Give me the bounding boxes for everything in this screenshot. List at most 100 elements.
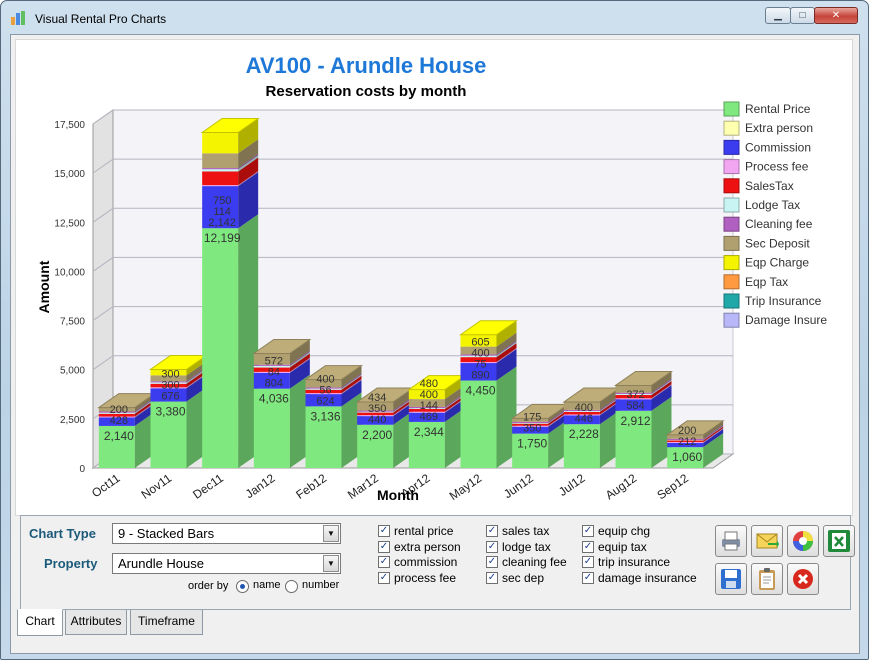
data-label: 2,912 — [620, 414, 650, 428]
close-chart-button[interactable] — [787, 563, 819, 595]
legend-swatch — [723, 120, 740, 136]
data-label: 350 — [523, 423, 541, 435]
checkbox-label: extra person — [394, 539, 461, 554]
excel-icon — [828, 530, 850, 552]
x-axis-label: Month — [377, 487, 419, 503]
legend-swatch — [723, 293, 740, 309]
tab-chart[interactable]: Chart — [17, 609, 63, 636]
data-label: 2,200 — [362, 428, 392, 442]
order-name-radio[interactable] — [236, 580, 249, 593]
maximize-button[interactable]: □ — [790, 7, 815, 24]
legend-label: Eqp Charge — [745, 256, 809, 270]
checkbox-icon[interactable]: ✓ — [378, 571, 390, 584]
tab-attributes[interactable]: Attributes — [65, 610, 127, 635]
data-label: 12,199 — [204, 231, 241, 245]
order-number-label: number — [302, 579, 340, 591]
data-label: 2,140 — [104, 429, 134, 443]
copy-button[interactable] — [751, 563, 783, 595]
legend-swatch — [723, 255, 740, 271]
checkbox-label: trip insurance — [598, 555, 671, 570]
data-label: 200 — [110, 404, 128, 416]
legend-label: Extra person — [745, 121, 813, 135]
clipboard-icon — [759, 568, 775, 590]
y-tick-label: 5,000 — [60, 366, 85, 377]
data-label: 572 — [265, 356, 283, 368]
property-select[interactable]: Arundle House ▼ — [112, 553, 341, 574]
checkbox-icon[interactable]: ✓ — [582, 571, 594, 584]
data-label: 114 — [213, 206, 231, 218]
save-button[interactable] — [715, 563, 747, 595]
checkbox-icon[interactable]: ✓ — [486, 556, 498, 569]
x-tick-label: Aug12 — [603, 471, 640, 503]
legend-swatch — [723, 312, 740, 328]
data-label: 400 — [471, 348, 489, 360]
data-label: 350 — [368, 403, 386, 415]
legend-swatch — [723, 197, 740, 213]
bar-segment-eqp-charge — [202, 132, 239, 154]
order-number-radio[interactable] — [285, 580, 298, 593]
legend-swatch — [723, 159, 740, 175]
checkbox-icon[interactable]: ✓ — [582, 556, 594, 569]
data-label: 4,036 — [259, 392, 289, 406]
legend-swatch — [723, 178, 740, 194]
y-tick-label: 0 — [79, 464, 85, 475]
minimize-button[interactable]: ▁ — [765, 7, 791, 24]
legend-swatch — [723, 101, 740, 117]
data-label: 372 — [626, 389, 644, 401]
order-name-label: name — [253, 579, 281, 591]
legend-label: Cleaning fee — [745, 217, 813, 231]
data-label: 56 — [319, 384, 331, 396]
checkbox-icon[interactable]: ✓ — [486, 540, 498, 553]
data-label: 84 — [268, 367, 280, 379]
order-by-label: order by — [188, 580, 229, 592]
data-label: 2,228 — [569, 427, 599, 441]
checkbox-icon[interactable]: ✓ — [378, 525, 390, 537]
title-bar[interactable]: Visual Rental Pro Charts ▁ □ ✕ — [1, 1, 868, 35]
print-icon — [722, 531, 740, 551]
chevron-down-icon[interactable]: ▼ — [323, 555, 339, 572]
legend-label: Damage Insure — [745, 313, 827, 327]
checkbox-icon[interactable]: ✓ — [582, 540, 594, 553]
x-tick-label: May12 — [447, 471, 485, 503]
legend-label: Sec Deposit — [745, 236, 810, 250]
tab-timeframe[interactable]: Timeframe — [130, 610, 203, 635]
checkbox-icon[interactable]: ✓ — [486, 525, 498, 537]
chart-subtitle: Reservation costs by month — [266, 83, 467, 100]
data-label: 584 — [626, 400, 644, 412]
data-label: 446 — [575, 413, 593, 425]
data-label: 2,142 — [208, 217, 236, 229]
close-window-button[interactable]: ✕ — [814, 7, 858, 24]
chart-type-select[interactable]: 9 - Stacked Bars ▼ — [112, 523, 341, 544]
data-label: 2,344 — [414, 425, 444, 439]
chart-type-value: 9 - Stacked Bars — [118, 526, 215, 541]
chevron-down-icon[interactable]: ▼ — [323, 525, 339, 542]
email-button[interactable] — [751, 525, 783, 557]
bar-segment-sec-deposit — [202, 153, 239, 169]
checkbox-icon[interactable]: ✓ — [582, 525, 594, 537]
x-tick-label: Dec11 — [190, 471, 226, 502]
app-window: Visual Rental Pro Charts ▁ □ ✕ AV100 - A… — [0, 0, 869, 660]
data-label: 750 — [213, 195, 231, 207]
legend-label: Process fee — [745, 160, 809, 174]
checkbox-icon[interactable]: ✓ — [378, 556, 390, 569]
x-tick-label: Nov11 — [139, 471, 175, 502]
property-value: Arundle House — [118, 556, 204, 571]
property-label: Property — [44, 556, 98, 571]
legend: Rental Price Extra person Commission Proces… — [723, 101, 827, 328]
legend-label: SalesTax — [745, 179, 794, 193]
checkbox-icon[interactable]: ✓ — [378, 540, 390, 553]
legend-label: Eqp Tax — [745, 275, 788, 289]
data-label: 804 — [265, 378, 283, 390]
x-tick-label: Jun12 — [501, 471, 536, 501]
data-label: 3,136 — [310, 409, 340, 423]
excel-export-button[interactable] — [823, 525, 855, 557]
print-button[interactable] — [715, 525, 747, 557]
bar-segment-salestax — [202, 171, 239, 186]
color-button[interactable] — [787, 525, 819, 557]
y-tick-label: 12,500 — [54, 218, 85, 229]
checkbox-icon[interactable]: ✓ — [486, 571, 498, 584]
legend-swatch — [723, 274, 740, 290]
y-tick-label: 10,000 — [54, 267, 85, 278]
data-label: 469 — [420, 411, 438, 423]
data-label: 1,750 — [517, 437, 547, 451]
